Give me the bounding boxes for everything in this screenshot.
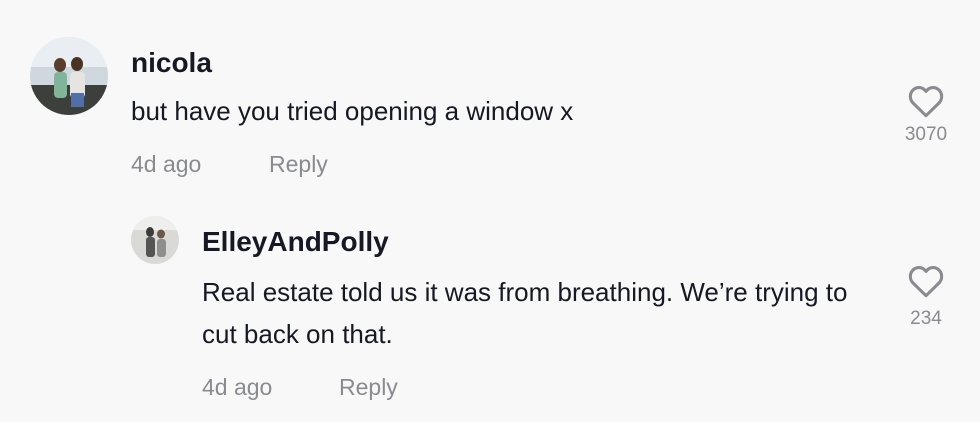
comment-like-button[interactable]: 3070	[886, 84, 966, 146]
avatar-photo-icon	[131, 216, 179, 264]
replier-username[interactable]: ElleyAndPolly	[202, 226, 389, 258]
replier-avatar[interactable]	[131, 216, 179, 264]
avatar-photo-icon	[30, 37, 108, 115]
comment-text: but have you tried opening a window x	[131, 96, 574, 126]
commenter-avatar[interactable]	[30, 37, 108, 115]
reply-text: Real estate told us it was from breathin…	[202, 277, 848, 349]
reply-reply-button[interactable]: Reply	[339, 373, 398, 401]
heart-outline-icon	[908, 266, 944, 298]
reply-like-button[interactable]: 234	[886, 264, 966, 330]
comment-reply-button[interactable]: Reply	[269, 150, 328, 178]
reply-timestamp: 4d ago	[202, 374, 273, 400]
comment-thread: nicola but have you tried opening a wind…	[0, 0, 980, 422]
comment-like-count: 3070	[904, 124, 948, 145]
reply-like-count: 234	[910, 308, 942, 329]
heart-outline-icon	[908, 86, 944, 118]
comment-timestamp: 4d ago	[131, 151, 202, 177]
commenter-username[interactable]: nicola	[131, 47, 212, 79]
